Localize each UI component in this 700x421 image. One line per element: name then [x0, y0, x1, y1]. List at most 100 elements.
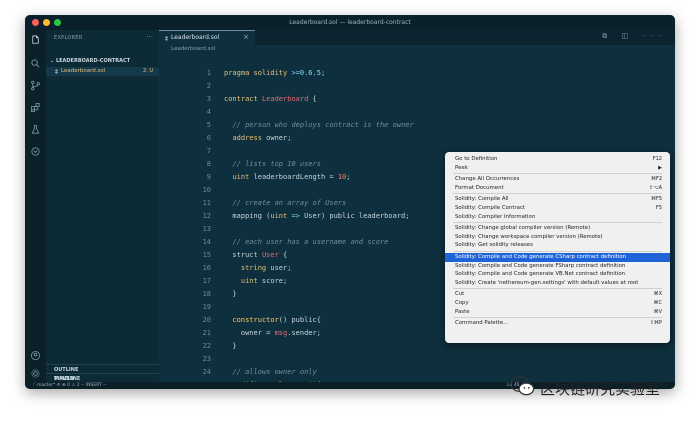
menu-item-label: Solidity: Compiler Information [455, 213, 536, 220]
menu-item-shortcut: ▶ [658, 164, 662, 171]
line-number: 13 [202, 225, 211, 233]
menu-item[interactable]: Solidity: Create 'nethereum-gen.settings… [445, 279, 670, 288]
code-line[interactable]: 6 address owner; [159, 132, 675, 145]
tab-close-icon[interactable]: × [243, 33, 249, 41]
vscode-window: Leaderboard.sol — leaderboard-contract E… [25, 15, 675, 389]
files-icon[interactable] [30, 35, 41, 46]
line-text: uint leaderboardLength = 10; [232, 173, 351, 181]
watermark: 区块链研究实验室 [510, 370, 685, 410]
account-icon[interactable] [30, 350, 41, 361]
file-name: Leaderboard.sol [61, 68, 106, 74]
solidity-file-icon [54, 69, 59, 74]
line-text: // lists top 10 users [232, 160, 321, 168]
menu-item-label: Solidity: Get solidity releases [455, 242, 533, 249]
menu-item[interactable]: Format Document ⇧⌥A [445, 184, 670, 193]
line-text: string user; [240, 264, 292, 272]
line-number: 18 [202, 290, 211, 298]
line-text: owner = msg.sender; [224, 329, 321, 337]
minimize-window-button[interactable] [43, 19, 50, 26]
menu-item[interactable]: Command Palette... ⇧⌘P [445, 319, 670, 328]
extensions-icon[interactable] [30, 102, 41, 113]
line-number: 1 [206, 69, 211, 77]
line-text: // person who deploys contract is the ow… [232, 121, 414, 129]
code-line[interactable]: 4 [159, 106, 675, 119]
line-text: address owner; [232, 134, 292, 142]
line-text: mapping (uint => User) public leaderboar… [224, 212, 410, 220]
line-number: 17 [202, 277, 211, 285]
tab-bar: Leaderboard.sol × ⧉ ◫ ··· [159, 30, 675, 45]
line-text: } [224, 342, 237, 350]
menu-item[interactable]: Solidity: Get solidity releases [445, 241, 670, 250]
line-number: 23 [202, 355, 211, 363]
title-bar: Leaderboard.sol — leaderboard-contract [25, 15, 675, 30]
menu-separator [453, 288, 662, 290]
menu-item[interactable]: Paste ⌘V [445, 308, 670, 317]
line-text: struct User { [224, 251, 288, 259]
window-title: Leaderboard.sol — leaderboard-contract [289, 19, 411, 26]
line-text: // each user has a username and score [232, 238, 389, 246]
line-number: 15 [202, 251, 211, 259]
breadcrumb[interactable]: Leaderboard.sol [171, 46, 215, 52]
menu-separator [453, 173, 662, 175]
remote-explorer-icon[interactable] [30, 146, 41, 157]
solidity-file-icon [164, 36, 169, 41]
line-number: 3 [206, 95, 211, 103]
line-number: 21 [202, 329, 211, 337]
editor-actions[interactable]: ⧉ ◫ ··· [602, 32, 667, 41]
close-window-button[interactable] [32, 19, 39, 26]
line-number: 20 [202, 316, 211, 324]
settings-gear-icon[interactable] [30, 368, 41, 379]
workspace-folder-label: LEADERBOARD-CONTRACT [55, 58, 131, 64]
line-text: } [224, 290, 237, 298]
line-number: 5 [206, 121, 211, 129]
watermark-text: 区块链研究实验室 [540, 380, 661, 398]
code-line[interactable]: 2 [159, 80, 675, 93]
explorer-sidebar: EXPLORER ··· ⌄ LEADERBOARD-CONTRACT Lead… [46, 30, 159, 383]
menu-separator [453, 222, 662, 224]
menu-separator [453, 251, 662, 252]
line-text: constructor() public{ [232, 316, 321, 324]
code-line[interactable]: 23 [159, 353, 675, 366]
menu-item-shortcut: ⌘V [653, 308, 662, 315]
line-number: 19 [202, 303, 211, 311]
line-text: uint score; [240, 277, 288, 285]
tab-label: Leaderboard.sol [171, 34, 220, 41]
maximize-window-button[interactable] [54, 19, 61, 26]
menu-item-shortcut: ⇧⌥A [648, 184, 662, 191]
line-number: 2 [206, 82, 211, 90]
line-number: 8 [206, 160, 211, 168]
line-number: 14 [202, 238, 211, 246]
line-number: 24 [202, 368, 211, 376]
menu-item[interactable]: Peek ▶ [445, 164, 670, 173]
line-number: 12 [202, 212, 211, 220]
code-line[interactable]: 5 // person who deploys contract is the … [159, 119, 675, 132]
menu-separator [453, 193, 662, 195]
line-number: 11 [202, 199, 211, 207]
code-line[interactable]: 1 pragma solidity >=0.6.5; [159, 67, 675, 80]
menu-separator [453, 317, 662, 319]
search-icon[interactable] [30, 58, 41, 69]
menu-item-label: Peek [455, 164, 468, 171]
code-line[interactable]: 3 contract Leaderboard { [159, 93, 675, 106]
context-menu: Go to Definition F12 Peek ▶ Change All Occur… [445, 152, 670, 343]
line-number: 16 [202, 264, 211, 272]
line-text: // create an array of Users [232, 199, 347, 207]
testing-flask-icon[interactable] [30, 124, 41, 135]
explorer-more-button[interactable]: ··· [146, 33, 153, 41]
menu-item-shortcut: ⇧⌘P [649, 320, 662, 327]
explorer-title: EXPLORER [54, 35, 83, 41]
line-number: 10 [202, 186, 211, 194]
wechat-logo-icon [510, 376, 535, 396]
activity-bar [25, 30, 46, 382]
line-text: contract Leaderboard { [224, 95, 317, 103]
source-control-icon[interactable] [30, 80, 41, 91]
status-left[interactable]: ᚴ master* ⟲ ⊗ 0 ⚠ 2 -- INSERT -- [33, 382, 106, 389]
file-item-leaderboard[interactable]: Leaderboard.sol 2, U [46, 67, 159, 76]
menu-item-label: Command Palette... [455, 320, 509, 327]
line-text: // allows owner only [232, 368, 317, 376]
workspace-folder[interactable]: ⌄ LEADERBOARD-CONTRACT [50, 58, 130, 64]
line-text: pragma solidity >=0.6.5; [224, 69, 326, 77]
tab-leaderboard-sol[interactable]: Leaderboard.sol × [159, 30, 255, 45]
menu-item[interactable]: Solidity: Compiler Information [445, 213, 670, 222]
line-number: 22 [202, 342, 211, 350]
